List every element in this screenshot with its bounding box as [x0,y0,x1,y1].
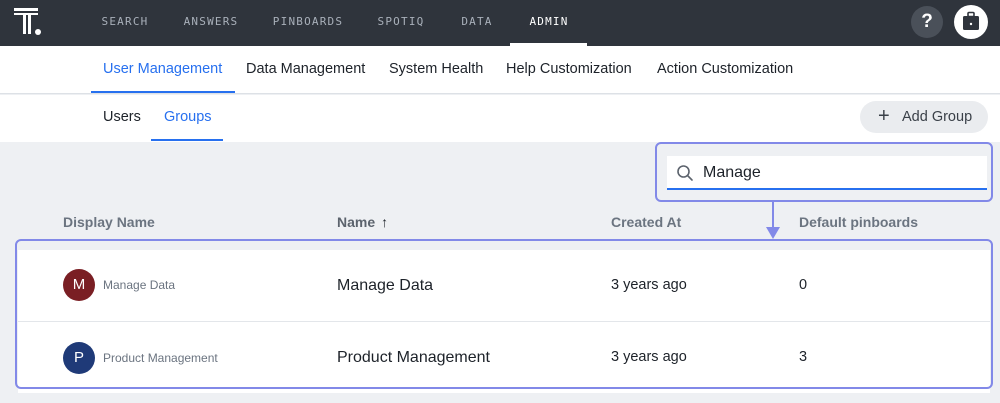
tab-action-customization[interactable]: Action Customization [657,46,793,94]
header-display-name[interactable]: Display Name [63,214,155,230]
profile-button[interactable] [954,5,988,39]
search-input[interactable] [703,160,973,186]
header-default-pinboards[interactable]: Default pinboards [799,214,918,230]
nav-admin[interactable]: ADMIN [520,0,578,46]
tab-user-management[interactable]: User Management [103,46,222,94]
rows-highlight-box [15,239,993,389]
nav-search[interactable]: SEARCH [92,0,158,46]
help-button[interactable]: ? [911,6,943,38]
add-group-label: Add Group [902,109,973,125]
nav-spotiq[interactable]: SPOTIQ [371,0,431,46]
header-name-label: Name [337,214,376,230]
search-icon [677,165,693,181]
plus-icon: + [878,105,890,127]
nav-data[interactable]: DATA [455,0,499,46]
search-field[interactable] [667,156,987,190]
tab-users[interactable]: Users [103,95,141,140]
tab-data-management[interactable]: Data Management [246,46,365,94]
tab-groups[interactable]: Groups [164,95,212,140]
header-name[interactable]: Name ↑ [337,214,388,230]
tab-help-customization[interactable]: Help Customization [506,46,632,94]
add-group-button[interactable]: + Add Group [860,101,988,133]
sort-ascending-icon[interactable]: ↑ [381,214,388,230]
thoughtspot-logo-icon[interactable] [14,8,44,38]
admin-tabs: User Management Data Management System H… [0,46,1000,94]
top-nav-bar: SEARCH ANSWERS PINBOARDS SPOTIQ DATA ADM… [0,0,1000,46]
admin-tab-active-indicator [91,91,235,93]
sub-tab-active-indicator [151,139,223,141]
briefcase-icon [963,11,979,30]
sub-tabs: Users Groups + Add Group [0,95,1000,142]
annotation-arrow-icon [766,202,780,239]
nav-pinboards[interactable]: PINBOARDS [266,0,350,46]
nav-answers[interactable]: ANSWERS [176,0,246,46]
tab-system-health[interactable]: System Health [389,46,483,94]
header-created-at[interactable]: Created At [611,214,681,230]
